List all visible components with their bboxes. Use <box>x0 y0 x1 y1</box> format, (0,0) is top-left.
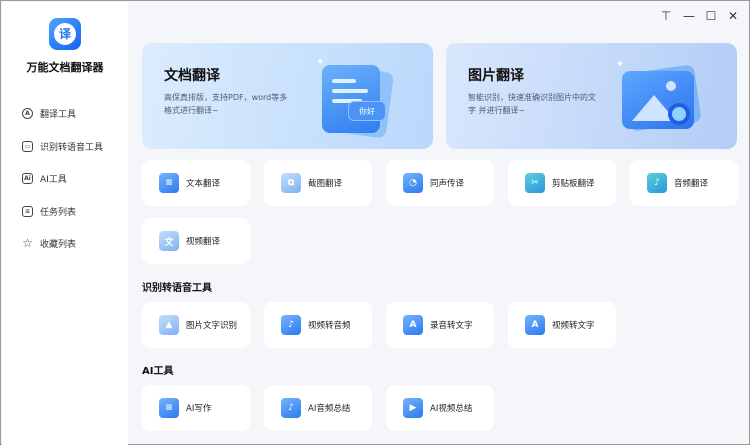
sparkle-icon: ✦ <box>316 57 325 68</box>
card-label: 剪贴板翻译 <box>552 179 595 189</box>
maximize-icon: ☐ <box>705 9 717 23</box>
audio-summary-icon: ♪ <box>281 398 301 418</box>
video-text-icon: 文 <box>159 231 179 251</box>
video-text-icon: A <box>525 315 545 335</box>
hello-bubble: 你好 <box>348 101 386 121</box>
music-note-icon: ♪ <box>281 315 301 335</box>
audio-icon: ♪ <box>647 173 667 193</box>
image-ocr-button[interactable]: ▲ 图片文字识别 <box>142 302 250 348</box>
video-translate-button[interactable]: 文 视频翻译 <box>142 218 250 264</box>
sidebar-item-label: 识别转语音工具 <box>40 143 104 153</box>
card-label: 视频转文字 <box>552 321 595 331</box>
app-logo: 译 <box>49 18 81 50</box>
clipboard-translate-button[interactable]: ✂ 剪贴板翻译 <box>508 160 616 206</box>
audio-translate-button[interactable]: ♪ 音频翻译 <box>630 160 738 206</box>
sidebar-item-ai-tools[interactable]: Ai AI工具 <box>22 172 67 185</box>
card-label: 视频转音频 <box>308 321 351 331</box>
card-label: AI写作 <box>186 404 212 414</box>
ear-icon: ◔ <box>403 173 423 193</box>
section-title-ai: AI工具 <box>142 366 174 377</box>
text-translate-button[interactable]: ≡ 文本翻译 <box>142 160 250 206</box>
card-label: 截图翻译 <box>308 179 343 189</box>
doc-translate-card[interactable]: 文档翻译 高保真排版，支持PDF，word等多格式进行翻译~ ✦ 你好 <box>142 43 433 149</box>
video-summary-icon: ▶ <box>403 398 423 418</box>
text-icon: ≡ <box>159 173 179 193</box>
section-title-speech: 识别转语音工具 <box>142 283 212 294</box>
card-label: 图片文字识别 <box>186 321 238 331</box>
card-label: 文本翻译 <box>186 179 221 189</box>
app-window: 译 万能文档翻译器 A 翻译工具 ▭ 识别转语音工具 Ai AI工具 ≡ 任务列… <box>0 0 750 445</box>
clipboard-icon: ✂ <box>525 173 545 193</box>
sidebar-item-favorites[interactable]: ☆ 收藏列表 <box>22 237 76 250</box>
hero-description: 高保真排版，支持PDF，word等多格式进行翻译~ <box>164 93 288 115</box>
document-illustration <box>322 65 380 133</box>
ai-audio-summary-button[interactable]: ♪ AI音频总结 <box>264 385 372 431</box>
screenshot-icon: ⧉ <box>281 173 301 193</box>
screenshot-translate-button[interactable]: ⧉ 截图翻译 <box>264 160 372 206</box>
magnifier-icon <box>668 103 690 125</box>
sidebar-item-label: 任务列表 <box>40 208 77 218</box>
logo-mark: 译 <box>54 23 76 45</box>
sidebar-item-task-list[interactable]: ≡ 任务列表 <box>22 205 76 218</box>
sidebar: 译 万能文档翻译器 A 翻译工具 ▭ 识别转语音工具 Ai AI工具 ≡ 任务列… <box>2 2 128 445</box>
star-icon: ☆ <box>22 236 33 250</box>
sidebar-item-label: AI工具 <box>40 175 67 185</box>
minimize-button[interactable]: — <box>682 9 696 23</box>
ai-icon: Ai <box>22 173 33 184</box>
sparkle-icon: ✦ <box>616 59 625 70</box>
close-button[interactable]: ✕ <box>726 9 740 23</box>
pin-button[interactable]: ⊤ <box>659 9 673 23</box>
scan-icon: ▭ <box>22 141 33 152</box>
sidebar-item-label: 收藏列表 <box>40 240 77 250</box>
simultaneous-interpretation-button[interactable]: ◔ 同声传译 <box>386 160 494 206</box>
video-to-audio-button[interactable]: ♪ 视频转音频 <box>264 302 372 348</box>
pin-icon: ⊤ <box>660 9 672 23</box>
card-label: 录音转文字 <box>430 321 473 331</box>
card-label: 视频翻译 <box>186 237 221 247</box>
app-title: 万能文档翻译器 <box>26 61 104 74</box>
card-label: AI音频总结 <box>308 404 351 414</box>
card-label: 同声传译 <box>430 179 465 189</box>
video-to-text-button[interactable]: A 视频转文字 <box>508 302 616 348</box>
ai-video-summary-button[interactable]: ▶ AI视频总结 <box>386 385 494 431</box>
sidebar-item-speech-tools[interactable]: ▭ 识别转语音工具 <box>22 140 103 153</box>
close-icon: ✕ <box>727 9 739 23</box>
hero-description: 智能识别，快速准确识别图片中的文字 并进行翻译~ <box>468 93 596 115</box>
card-label: 音频翻译 <box>674 179 709 189</box>
image-text-icon: ▲ <box>159 315 179 335</box>
maximize-button[interactable]: ☐ <box>704 9 718 23</box>
task-list-icon: ≡ <box>22 206 33 217</box>
hero-title: 图片翻译 <box>468 68 524 84</box>
sidebar-item-label: 翻译工具 <box>40 110 77 120</box>
sidebar-item-translate-tools[interactable]: A 翻译工具 <box>22 107 76 120</box>
image-translate-card[interactable]: 图片翻译 智能识别，快速准确识别图片中的文字 并进行翻译~ ✦ <box>446 43 737 149</box>
hero-title: 文档翻译 <box>164 68 220 84</box>
recording-to-text-button[interactable]: A 录音转文字 <box>386 302 494 348</box>
writing-icon: ≡ <box>159 398 179 418</box>
minimize-icon: — <box>683 9 695 23</box>
card-label: AI视频总结 <box>430 404 473 414</box>
ai-writing-button[interactable]: ≡ AI写作 <box>142 385 250 431</box>
recording-text-icon: A <box>403 315 423 335</box>
translate-icon: A <box>22 108 33 119</box>
